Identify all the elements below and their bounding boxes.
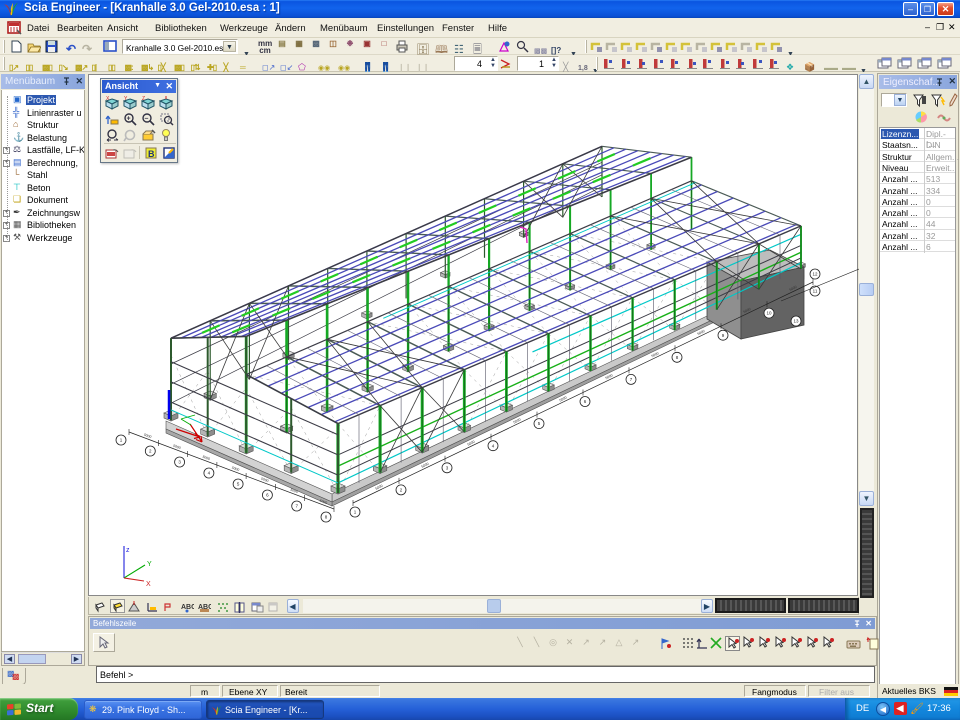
svg-text:X: X xyxy=(146,581,151,588)
svg-text:Y: Y xyxy=(147,561,152,568)
svg-text:z: z xyxy=(126,547,130,554)
svg-text:B: B xyxy=(148,149,155,159)
svg-text:10: 10 xyxy=(766,311,772,316)
svg-text:+: + xyxy=(127,116,131,123)
svg-text:13: 13 xyxy=(793,319,799,324)
svg-text:–: – xyxy=(145,116,149,123)
svg-text:12: 12 xyxy=(812,272,818,277)
svg-text:Z: Z xyxy=(142,96,145,102)
svg-text:11: 11 xyxy=(813,289,818,294)
